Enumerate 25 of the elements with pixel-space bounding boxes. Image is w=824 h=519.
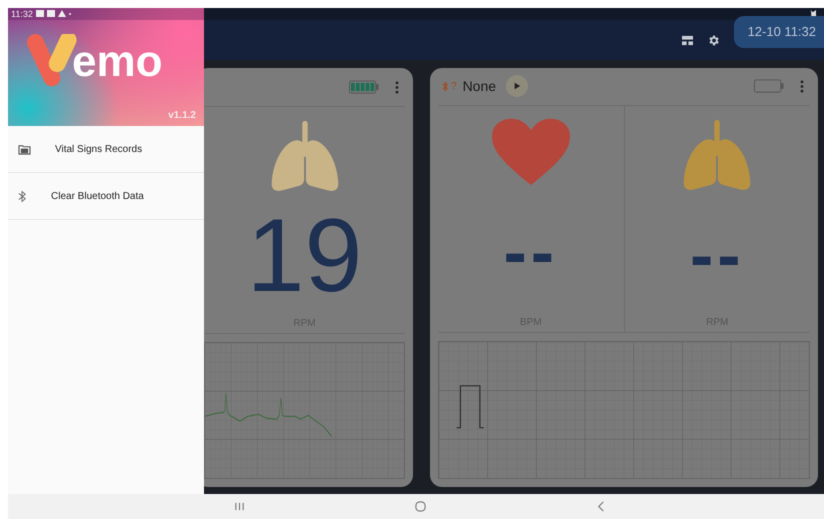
settings-icon[interactable] [706, 34, 720, 46]
metric-value: 19 [246, 196, 362, 316]
play-button[interactable] [506, 75, 528, 98]
bluetooth-icon [442, 80, 449, 92]
mute-icon [810, 10, 818, 18]
version-label: v1.1.2 [168, 110, 196, 121]
metric-value: -- [503, 212, 558, 294]
device-name: None [462, 78, 496, 94]
bluetooth-icon [18, 190, 27, 202]
folder-icon [18, 144, 31, 154]
status-time: 11:32 [11, 9, 33, 19]
recent-apps-icon[interactable] [234, 501, 245, 512]
play-icon [513, 82, 522, 90]
home-icon[interactable] [415, 501, 426, 512]
layout-icon[interactable] [682, 34, 693, 46]
app-name: emo [72, 40, 162, 84]
drawer-menu-item[interactable]: Vital Signs Records [8, 126, 204, 173]
heart-icon [492, 118, 570, 188]
notification-icons [36, 10, 72, 18]
metric-value: -- [690, 215, 745, 296]
more-options-icon[interactable] [800, 80, 804, 93]
datetime-display: 12-10 11:32 [734, 16, 824, 48]
link-status: ? [451, 80, 457, 92]
drawer-menu-item[interactable]: Clear Bluetooth Data [8, 173, 204, 220]
more-options-icon[interactable] [395, 80, 399, 94]
